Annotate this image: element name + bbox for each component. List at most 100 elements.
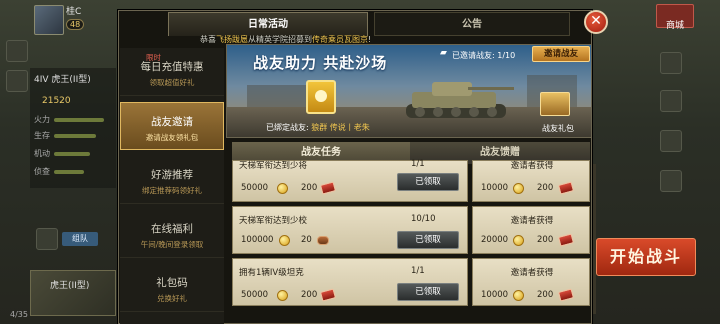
medal-badge-icon: [317, 236, 329, 245]
ticket-icon: [557, 233, 575, 247]
bound-friend: 已绑定战友: 狼群 传说丨老朱: [266, 122, 370, 133]
tank-count: 4/35: [10, 310, 28, 319]
sidebar-item-gift-code[interactable]: 礼包码 兑换好礼: [120, 264, 224, 312]
player-avatar[interactable]: [34, 5, 64, 35]
reward-gold: 50000: [241, 183, 269, 193]
chat-icon[interactable]: [6, 70, 28, 92]
task-cell: 天梯军衔达到少校 10/10 100000 20 已领取: [232, 206, 468, 254]
task-progress: 1/1: [411, 159, 425, 169]
stat-label: 火力: [34, 115, 50, 124]
sidebar-item-label: 战友邀请: [151, 116, 193, 128]
limited-badge: 限时: [146, 53, 161, 62]
medal-icon: [306, 80, 336, 114]
modal-tabs: 日常活动 公告: [168, 12, 588, 36]
tank-small-icon: ▰: [440, 48, 447, 58]
gift-cell: 邀请者获得 20000 200: [472, 206, 590, 254]
task-name: 拥有1辆IV级坦克: [239, 268, 304, 278]
stat-bar: [54, 134, 96, 138]
tank-power: 21520: [42, 96, 71, 106]
stat-bar: [54, 152, 90, 156]
ticket-icon: [319, 181, 337, 195]
menu-icon[interactable]: [6, 40, 28, 62]
side-icon[interactable]: [660, 130, 682, 152]
reward-gold: 50000: [241, 290, 269, 300]
stat-label: 机动: [34, 149, 50, 158]
claim-button[interactable]: 已领取: [397, 283, 459, 301]
task-progress: 10/10: [411, 214, 436, 224]
gold-coin-icon: [279, 235, 290, 246]
activity-sidebar: 限时 每日充值特惠 领取超值好礼 战友邀请 邀请战友领礼包 好游推荐 绑定推荐码…: [120, 48, 224, 324]
ticket-icon: [319, 288, 337, 302]
task-progress: 1/1: [411, 266, 425, 276]
inviter-gold: 20000: [481, 235, 509, 245]
banner-title: 战友助力 共赴沙场: [253, 54, 388, 72]
sidebar-item-sub: 午间/晚间登录领取: [140, 240, 204, 249]
gold-coin-icon: [513, 290, 524, 301]
shop-button[interactable]: 商城: [656, 4, 694, 31]
player-level: 48: [66, 19, 85, 30]
invite-friends-button[interactable]: 邀请战友: [532, 46, 590, 62]
bound-friend-name: 狼群 传说丨老朱: [311, 123, 370, 132]
table-row: 拥有1辆IV级坦克 1/1 50000 200 已领取 邀请者获得 10000 …: [232, 258, 590, 306]
gold-coin-icon: [513, 235, 524, 246]
inviter-gets: 邀请者获得: [510, 268, 554, 278]
table-row: 天梯军衔达到少校 10/10 100000 20 已领取 邀请者获得 20000…: [232, 206, 590, 254]
group-button[interactable]: 组队: [62, 232, 98, 246]
claim-button[interactable]: 已领取: [397, 173, 459, 191]
tab-daily-activity[interactable]: 日常活动: [168, 12, 368, 36]
close-icon[interactable]: ✕: [584, 10, 608, 34]
notice-prefix: 恭喜: [200, 35, 216, 44]
start-battle-button[interactable]: 开始战斗: [596, 238, 696, 276]
sidebar-item-friend-invite[interactable]: 战友邀请 邀请战友领礼包: [120, 102, 224, 150]
task-cell: 天梯军衔达到少将 1/1 50000 200 已领取: [232, 159, 468, 202]
reward-ticket: 20: [301, 235, 312, 245]
ticket-icon: [557, 181, 575, 195]
chat-bubble-icon[interactable]: [36, 228, 58, 250]
gold-coin-icon: [277, 183, 288, 194]
claim-button[interactable]: 已领取: [397, 231, 459, 249]
tank-thumbnail[interactable]: [30, 270, 116, 316]
side-icon[interactable]: [660, 52, 682, 74]
inviter-ticket: 200: [537, 290, 554, 300]
inviter-gets: 邀请者获得: [510, 161, 554, 171]
gift-cell: 邀请者获得 10000 200: [472, 258, 590, 306]
sidebar-item-daily-recharge[interactable]: 限时 每日充值特惠 领取超值好礼: [120, 48, 224, 96]
sidebar-item-label: 礼包码: [156, 277, 188, 289]
sidebar-item-label: 好游推荐: [151, 169, 193, 181]
task-list-scrollbar[interactable]: [593, 164, 596, 314]
side-icon[interactable]: [660, 90, 682, 112]
inviter-gets: 邀请者获得: [510, 216, 554, 226]
sidebar-item-sub: 领取超值好礼: [149, 78, 195, 87]
player-name: 桂C: [66, 7, 82, 17]
gift-box-label: 战友礼包: [542, 124, 574, 133]
ticket-icon: [557, 288, 575, 302]
sidebar-item-game-recommend[interactable]: 好游推荐 绑定推荐码领好礼: [120, 156, 224, 204]
sidebar-item-sub: 邀请战友领礼包: [145, 133, 199, 142]
task-cell: 拥有1辆IV级坦克 1/1 50000 200 已领取: [232, 258, 468, 306]
sidebar-item-label: 在线福利: [151, 223, 193, 235]
inviter-gold: 10000: [481, 183, 509, 193]
sidebar-item-online-bonus[interactable]: 在线福利 午间/晚间登录领取: [120, 210, 224, 258]
reward-gold: 100000: [241, 235, 274, 245]
task-name: 天梯军衔达到少校: [239, 216, 308, 226]
reward-ticket: 200: [301, 290, 318, 300]
gold-coin-icon: [513, 183, 524, 194]
stat-label: 生存: [34, 131, 50, 140]
gift-box-icon[interactable]: [540, 92, 570, 116]
inviter-ticket: 200: [537, 183, 554, 193]
notice-mid: 从精英学院招募到: [248, 35, 312, 44]
inviter-ticket: 200: [537, 235, 554, 245]
table-row: 天梯军衔达到少将 1/1 50000 200 已领取 邀请者获得 10000 2…: [232, 159, 590, 202]
stat-label: 侦查: [34, 167, 50, 176]
notice-grade: 传奇乘员: [312, 35, 344, 44]
stat-bar: [54, 170, 84, 174]
stat-bar: [54, 118, 104, 122]
side-icon[interactable]: [660, 170, 682, 192]
task-name: 天梯军衔达到少将: [239, 161, 308, 171]
sidebar-item-label: 每日充值特惠: [140, 61, 204, 73]
tab-announcement[interactable]: 公告: [374, 12, 570, 36]
gold-coin-icon: [277, 290, 288, 301]
tank-list-name: 虎王(II型): [50, 281, 90, 291]
inviter-gold: 10000: [481, 290, 509, 300]
tank-illustration: [406, 82, 514, 118]
